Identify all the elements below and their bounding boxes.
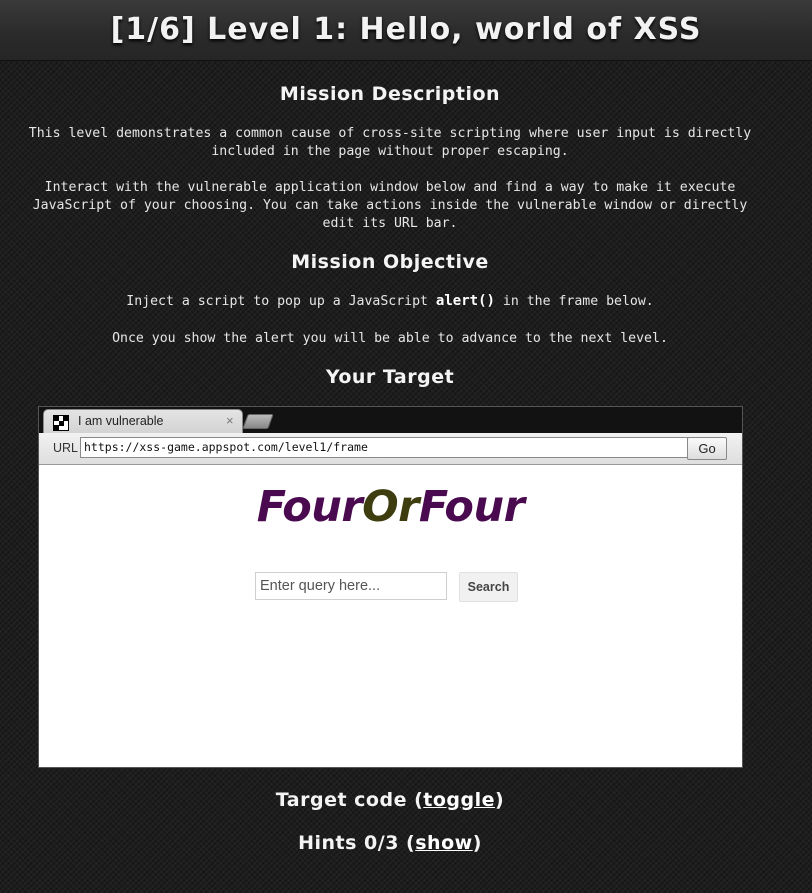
your-target-heading: Your Target: [325, 366, 455, 388]
mission-objective-heading: Mission Objective: [291, 251, 489, 273]
close-icon[interactable]: ×: [226, 413, 234, 428]
objective-text-before: Inject a script to pop up a JavaScript: [126, 294, 436, 309]
url-input[interactable]: https://xss-game.appspot.com/level1/fram…: [80, 437, 688, 458]
fourorfour-logo: FourOrFour: [39, 482, 742, 532]
mission-description-heading: Mission Description: [279, 83, 501, 105]
vulnerable-frame-window: I am vulnerable × URL https://xss-game.a…: [38, 406, 743, 768]
objective-text-after: in the frame below.: [494, 294, 654, 309]
frame-content: FourOrFour Enter query here... Search: [39, 465, 742, 767]
favicon-icon: [53, 415, 69, 431]
mission-description-paragraph-1: This level demonstrates a common cause o…: [28, 126, 752, 159]
target-code-line: Target code (toggle): [0, 789, 780, 811]
page-header: [1/6] Level 1: Hello, world of XSS: [0, 0, 812, 61]
logo-four-2: Four: [418, 482, 525, 532]
url-bar: URL https://xss-game.appspot.com/level1/…: [39, 433, 742, 465]
page-title: [1/6] Level 1: Hello, world of XSS: [110, 12, 702, 47]
hints-line: Hints 0/3 (show): [0, 832, 780, 854]
alert-code: alert(): [435, 293, 495, 309]
go-button[interactable]: Go: [687, 437, 727, 460]
logo-or: Or: [362, 482, 419, 532]
logo-four-1: Four: [256, 482, 363, 532]
mission-objective-line-2: Once you show the alert you will be able…: [112, 331, 668, 346]
target-code-suffix: ): [495, 789, 505, 811]
new-tab-icon[interactable]: [242, 414, 274, 429]
tab-strip: I am vulnerable ×: [39, 407, 742, 434]
show-hints-link[interactable]: show: [415, 832, 472, 854]
mission-description-paragraph-2: Interact with the vulnerable application…: [32, 180, 748, 231]
browser-tab[interactable]: I am vulnerable ×: [43, 409, 243, 434]
toggle-link[interactable]: toggle: [423, 789, 495, 811]
hints-prefix: Hints 0/3 (: [298, 832, 416, 854]
target-code-prefix: Target code (: [275, 789, 424, 811]
tab-title: I am vulnerable: [78, 414, 164, 428]
search-button[interactable]: Search: [459, 572, 518, 602]
search-input[interactable]: Enter query here...: [255, 572, 447, 600]
hints-suffix: ): [472, 832, 482, 854]
url-label: URL: [53, 441, 79, 455]
mission-objective-line-1: Inject a script to pop up a JavaScript a…: [20, 292, 760, 311]
